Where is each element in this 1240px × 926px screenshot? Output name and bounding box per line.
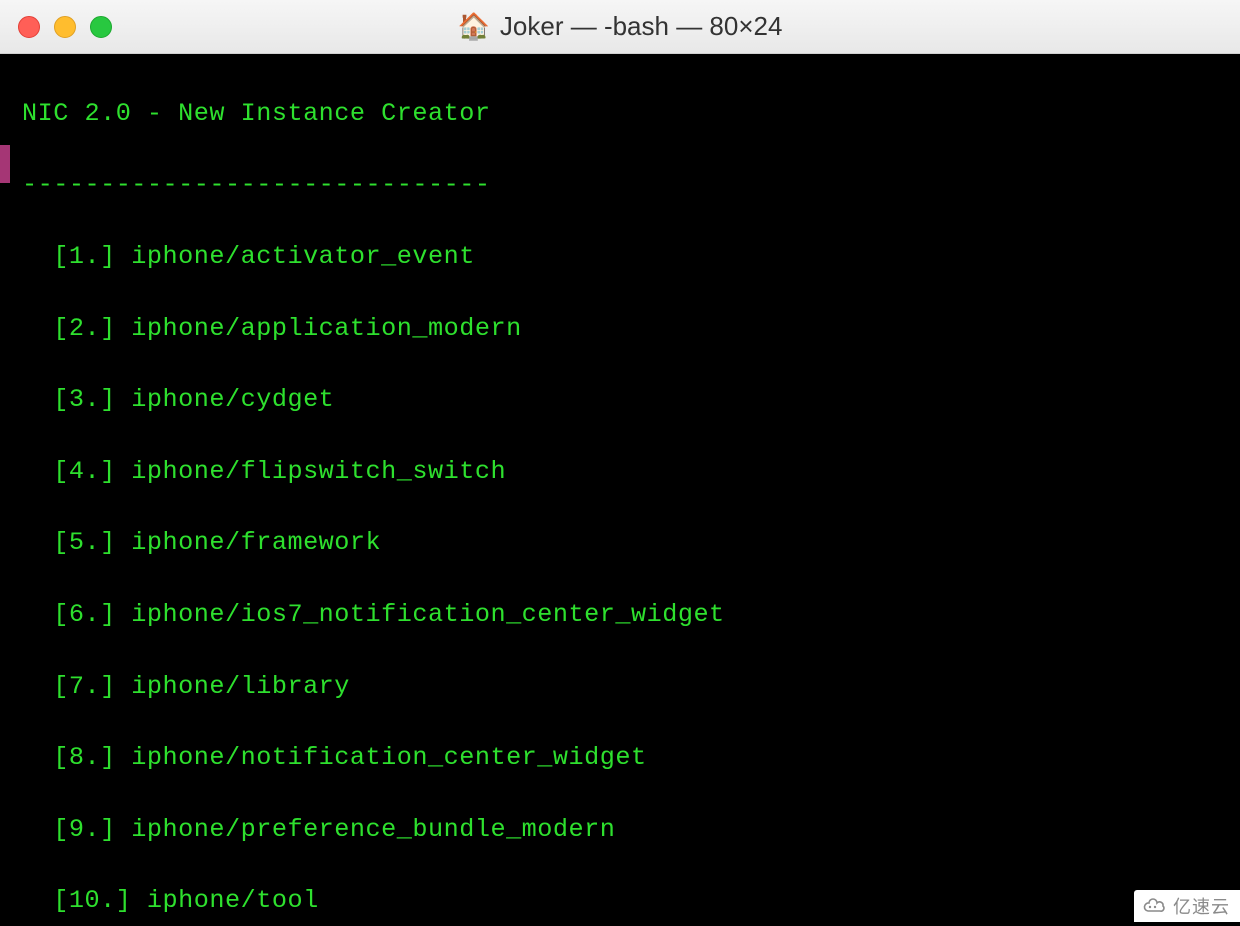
template-option: [4.] iphone/flipswitch_switch (22, 454, 1236, 490)
nic-divider: ------------------------------ (22, 167, 1236, 203)
window-title-text: Joker — -bash — 80×24 (500, 11, 783, 42)
window-controls (18, 16, 112, 38)
zoom-button[interactable] (90, 16, 112, 38)
window-titlebar: 🏠 Joker — -bash — 80×24 (0, 0, 1240, 54)
cloud-icon (1142, 897, 1168, 915)
terminal-window: 🏠 Joker — -bash — 80×24 NIC 2.0 - New In… (0, 0, 1240, 926)
left-edge-accent (0, 145, 10, 183)
terminal-content[interactable]: NIC 2.0 - New Instance Creator ---------… (0, 54, 1240, 926)
close-button[interactable] (18, 16, 40, 38)
template-option: [10.] iphone/tool (22, 883, 1236, 919)
template-option: [1.] iphone/activator_event (22, 239, 1236, 275)
template-option: [8.] iphone/notification_center_widget (22, 740, 1236, 776)
watermark-text: 亿速云 (1173, 893, 1230, 919)
template-option: [2.] iphone/application_modern (22, 311, 1236, 347)
template-option: [5.] iphone/framework (22, 525, 1236, 561)
home-icon: 🏠 (458, 11, 490, 42)
minimize-button[interactable] (54, 16, 76, 38)
nic-header: NIC 2.0 - New Instance Creator (22, 96, 1236, 132)
template-option: [6.] iphone/ios7_notification_center_wid… (22, 597, 1236, 633)
template-option: [9.] iphone/preference_bundle_modern (22, 812, 1236, 848)
window-title: 🏠 Joker — -bash — 80×24 (458, 11, 783, 42)
watermark-badge: 亿速云 (1134, 890, 1240, 922)
template-option: [7.] iphone/library (22, 669, 1236, 705)
template-option: [3.] iphone/cydget (22, 382, 1236, 418)
